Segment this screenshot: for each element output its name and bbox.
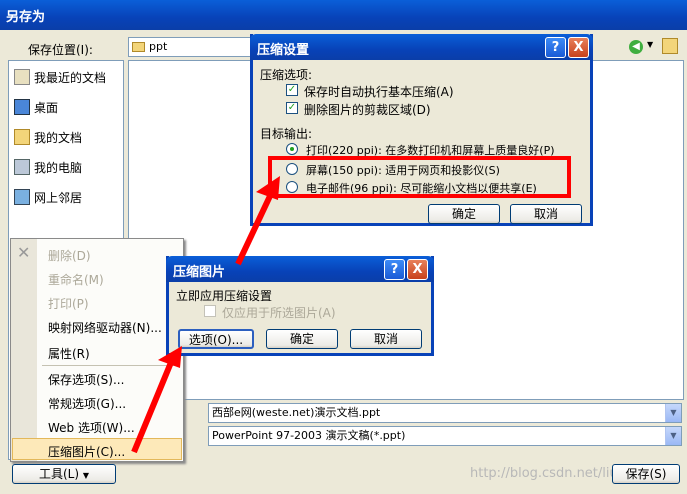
dropdown-arrow-icon[interactable]: ▼ — [647, 40, 653, 49]
close-icon[interactable]: X — [407, 259, 428, 280]
options-button[interactable]: 选项(O)... — [178, 329, 254, 349]
watermark: http://blog.csdn.net/liuj — [470, 466, 622, 481]
my-computer-icon — [14, 159, 30, 175]
compress-settings-title-bar: 压缩设置 ? X — [250, 34, 593, 60]
filename-combo[interactable]: 西部e网(weste.net)演示文档.ppt ▼ — [208, 403, 682, 423]
place-desktop[interactable]: 桌面 — [12, 92, 124, 122]
compress-settings-title: 压缩设置 — [257, 43, 310, 58]
filetype-combo[interactable]: PowerPoint 97-2003 演示文稿(*.ppt) ▼ — [208, 426, 682, 446]
help-icon[interactable]: ? — [384, 259, 405, 280]
menu-save-options[interactable]: 保存选项(S)... — [48, 371, 124, 388]
selected-only-label: 仅应用于所选图片(A) — [222, 306, 336, 320]
up-folder-icon[interactable] — [662, 38, 678, 54]
menu-print[interactable]: 打印(P) — [48, 295, 89, 312]
save-as-title: 另存为 — [6, 10, 46, 25]
settings-cancel-button[interactable]: 取消 — [510, 204, 582, 224]
save-button[interactable]: 保存(S) — [612, 464, 680, 484]
delete-icon: ✕ — [17, 243, 31, 262]
menu-compress-pictures[interactable]: 压缩图片(C)... — [48, 443, 125, 460]
back-icon[interactable]: ◀ — [629, 40, 643, 54]
menu-divider — [42, 365, 180, 366]
basic-compress-label: 保存时自动执行基本压缩(A) — [304, 85, 454, 99]
place-recent[interactable]: 我最近的文档 — [12, 62, 124, 92]
place-my-documents[interactable]: 我的文档 — [12, 122, 124, 152]
pictures-ok-button[interactable]: 确定 — [266, 329, 338, 349]
settings-ok-button[interactable]: 确定 — [428, 204, 500, 224]
chevron-down-icon[interactable]: ▼ — [665, 427, 681, 445]
menu-properties[interactable]: 属性(R) — [48, 345, 90, 362]
chevron-down-icon[interactable]: ▼ — [665, 404, 681, 422]
menu-general-options[interactable]: 常规选项(G)... — [48, 395, 126, 412]
close-icon[interactable]: X — [568, 37, 589, 58]
annotation-red-box — [268, 156, 571, 198]
compress-pictures-title-bar: 压缩图片 ? X — [166, 256, 434, 282]
compress-pictures-title: 压缩图片 — [173, 265, 226, 280]
menu-map-drive[interactable]: 映射网络驱动器(N)... — [48, 319, 162, 336]
place-network[interactable]: 网上邻居 — [12, 182, 124, 212]
filename-value: 西部e网(weste.net)演示文档.ppt — [212, 406, 381, 419]
menu-delete[interactable]: 删除(D) — [48, 247, 91, 264]
save-in-value: ppt — [149, 40, 168, 53]
help-icon[interactable]: ? — [545, 37, 566, 58]
checkbox-selected-only[interactable] — [204, 305, 216, 317]
save-as-title-bar: 另存为 — [0, 0, 687, 30]
menu-web-options[interactable]: Web 选项(W)... — [48, 419, 135, 436]
options-group-label: 压缩选项: — [260, 68, 313, 82]
chevron-down-icon: ▼ — [82, 471, 90, 480]
folder-icon — [132, 42, 145, 52]
save-in-label: 保存位置(I): — [28, 43, 93, 57]
tools-button[interactable]: 工具(L) ▼ — [12, 464, 116, 484]
delete-crop-label: 删除图片的剪裁区域(D) — [304, 103, 431, 117]
filetype-value: PowerPoint 97-2003 演示文稿(*.ppt) — [212, 429, 406, 442]
tools-menu-gutter — [11, 239, 37, 461]
pictures-cancel-button[interactable]: 取消 — [350, 329, 422, 349]
network-icon — [14, 189, 30, 205]
my-documents-icon — [14, 129, 30, 145]
target-group-label: 目标输出: — [260, 127, 313, 141]
checkbox-basic-compress[interactable]: ✓ — [286, 84, 298, 96]
desktop-icon — [14, 99, 30, 115]
checkbox-delete-crop[interactable]: ✓ — [286, 102, 298, 114]
radio-print[interactable] — [286, 143, 298, 155]
menu-rename[interactable]: 重命名(M) — [48, 271, 104, 288]
place-my-computer[interactable]: 我的电脑 — [12, 152, 124, 182]
apply-now-group-label: 立即应用压缩设置 — [176, 289, 273, 303]
recent-docs-icon — [14, 69, 30, 85]
